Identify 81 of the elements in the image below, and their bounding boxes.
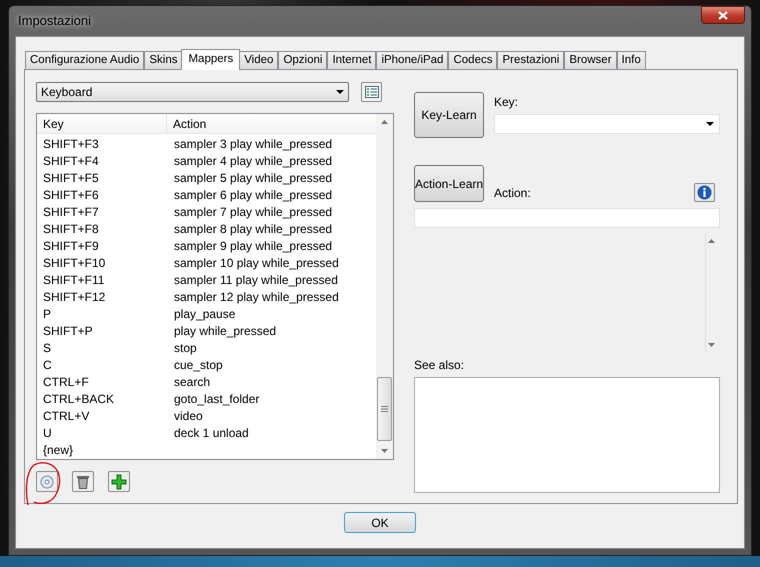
scroll-up-icon[interactable] bbox=[381, 120, 388, 124]
tab[interactable]: Browser bbox=[564, 51, 617, 69]
tab[interactable]: Codecs bbox=[448, 51, 498, 69]
scroll-down-icon[interactable] bbox=[708, 343, 714, 347]
action-learn-button[interactable]: Action-Learn bbox=[414, 165, 484, 202]
tab[interactable]: iPhone/iPad bbox=[376, 51, 448, 69]
add-button[interactable] bbox=[108, 471, 130, 492]
table-cell-text: SHIFT+F10 bbox=[42, 254, 106, 272]
table-cell-text: CTRL+BACK bbox=[42, 390, 116, 408]
import-button[interactable] bbox=[36, 471, 58, 492]
table-cell-text: play while_pressed bbox=[173, 322, 276, 340]
table-cell-text: cue_stop bbox=[173, 356, 223, 374]
key-label: Key: bbox=[494, 94, 520, 111]
table-cell-text: deck 1 unload bbox=[173, 424, 249, 442]
tab[interactable]: Video bbox=[239, 51, 278, 69]
table-cell-text: SHIFT+F12 bbox=[42, 288, 106, 306]
table-cell-text: sampler 3 play while_pressed bbox=[173, 136, 332, 152]
table-cell-text: SHIFT+F9 bbox=[42, 238, 100, 254]
table-cell-text: U bbox=[42, 424, 53, 442]
mapper-dropdown[interactable]: Keyboard bbox=[36, 82, 349, 102]
caret-icon bbox=[336, 90, 344, 94]
table-cell-text: P bbox=[42, 306, 52, 322]
table-cell-text: sampler 11 play while_pressed bbox=[173, 272, 338, 288]
ok-button[interactable]: OK bbox=[344, 512, 416, 533]
table-cell-text: sampler 5 play while_pressed bbox=[173, 170, 332, 186]
table-cell-text: SHIFT+F4 bbox=[42, 152, 100, 170]
list-icon bbox=[364, 86, 378, 98]
table-cell-text: SHIFT+F11 bbox=[42, 272, 106, 288]
description-scrollbar[interactable] bbox=[705, 233, 716, 353]
close-icon bbox=[718, 10, 728, 20]
scroll-up-icon[interactable] bbox=[708, 239, 714, 243]
list-view-button[interactable] bbox=[361, 82, 382, 102]
table-cell-text: sampler 10 play while_pressed bbox=[173, 254, 339, 272]
table-cell-text: sampler 4 play while_pressed bbox=[173, 152, 332, 170]
table-cell-text: SHIFT+F8 bbox=[42, 220, 100, 238]
table-cell-text: play_pause bbox=[173, 306, 236, 322]
table-cell-text: goto_last_folder bbox=[173, 390, 260, 408]
new-row-cell[interactable]: {new} bbox=[37, 440, 74, 458]
scrollbar[interactable] bbox=[376, 114, 393, 459]
tab[interactable]: Prestazioni bbox=[497, 51, 564, 69]
see-also-label: See also: bbox=[414, 357, 466, 374]
key-learn-button[interactable]: Key-Learn bbox=[414, 92, 484, 138]
trash-icon bbox=[77, 474, 89, 488]
plus-icon bbox=[111, 474, 127, 490]
column-header[interactable]: Action bbox=[167, 114, 376, 133]
table-cell-text: SHIFT+F5 bbox=[42, 170, 100, 186]
table-cell-text: SHIFT+F6 bbox=[42, 186, 100, 204]
scrollbar-thumb[interactable] bbox=[377, 377, 392, 441]
table-cell-text: S bbox=[42, 340, 52, 356]
table-cell-text: SHIFT+P bbox=[42, 322, 94, 340]
scroll-down-icon[interactable] bbox=[381, 449, 388, 453]
table-cell-text: CTRL+V bbox=[42, 408, 90, 424]
disc-icon bbox=[40, 474, 54, 488]
grip-icon bbox=[381, 406, 388, 412]
table-cell-text: C bbox=[42, 356, 53, 374]
tab[interactable]: Mappers bbox=[181, 49, 240, 70]
window-title: Impostazioni bbox=[18, 12, 91, 30]
table-cell-text: CTRL+F bbox=[42, 374, 90, 390]
table-cell-text: video bbox=[173, 408, 203, 424]
column-header[interactable]: Key bbox=[37, 114, 167, 133]
table-cell-text: search bbox=[173, 374, 210, 390]
action-label: Action: bbox=[494, 185, 531, 202]
info-icon bbox=[697, 185, 712, 200]
table-cell-text: sampler 12 play while_pressed bbox=[173, 288, 339, 306]
table-cell-text: sampler 8 play while_pressed bbox=[173, 220, 332, 238]
tab[interactable]: Internet bbox=[327, 51, 376, 69]
info-button[interactable] bbox=[694, 183, 715, 202]
table-cell-text: stop bbox=[173, 340, 197, 356]
tab[interactable]: Skins bbox=[144, 51, 182, 69]
close-button[interactable] bbox=[701, 6, 745, 24]
tab[interactable]: Configurazione Audio bbox=[25, 51, 144, 69]
table-cell-text: sampler 6 play while_pressed bbox=[173, 186, 332, 204]
table-cell-text: SHIFT+F7 bbox=[42, 204, 100, 220]
table-cell-text: sampler 7 play while_pressed bbox=[173, 204, 332, 220]
caret-icon bbox=[706, 122, 714, 126]
table-cell-text: SHIFT+F3 bbox=[42, 136, 100, 152]
tab[interactable]: Info bbox=[616, 51, 646, 69]
delete-button[interactable] bbox=[72, 471, 94, 492]
action-input-field[interactable] bbox=[414, 208, 720, 228]
table-cell-text: sampler 9 play while_pressed bbox=[173, 238, 332, 254]
tab[interactable]: Opzioni bbox=[278, 51, 328, 69]
